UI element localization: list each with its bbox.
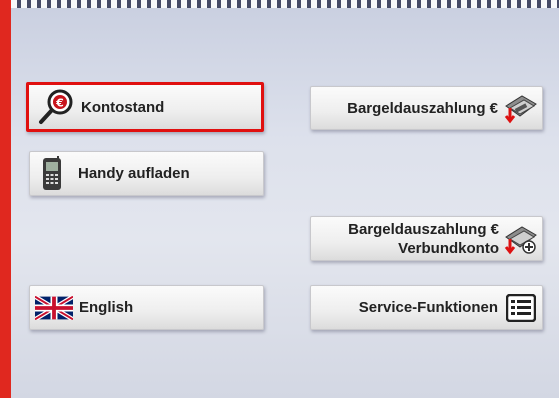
bargeldauszahlung-verbundkonto-text: Bargeldauszahlung € Verbundkonto: [348, 220, 499, 258]
side-bar: [0, 0, 11, 398]
bargeldauszahlung-verbundkonto-line1: Bargeldauszahlung €: [348, 220, 499, 238]
mobile-phone-icon: [40, 155, 64, 192]
bargeldauszahlung-verbundkonto-line2: Verbundkonto: [398, 239, 499, 257]
cash-withdrawal-icon: [502, 92, 538, 124]
top-strip: [11, 0, 559, 8]
cash-withdrawal-linked-icon: [502, 223, 538, 255]
bargeldauszahlung-verbundkonto-button[interactable]: Bargeldauszahlung € Verbundkonto: [310, 216, 543, 261]
service-funktionen-button[interactable]: Service-Funktionen: [310, 285, 543, 330]
handy-aufladen-label: Handy aufladen: [78, 165, 190, 182]
kontostand-button[interactable]: € Kontostand: [26, 82, 264, 132]
english-label: English: [79, 299, 134, 316]
uk-flag-icon: [35, 295, 73, 320]
kontostand-label: Kontostand: [81, 98, 165, 116]
magnifier-euro-icon: €: [35, 88, 75, 126]
bargeldauszahlung-button[interactable]: Bargeldauszahlung €: [310, 86, 543, 130]
handy-aufladen-button[interactable]: Handy aufladen: [29, 151, 264, 196]
svg-text:€: €: [55, 97, 64, 110]
bargeldauszahlung-label: Bargeldauszahlung €: [347, 99, 498, 117]
english-button[interactable]: English: [29, 285, 264, 330]
list-icon: [506, 293, 536, 322]
service-funktionen-label: Service-Funktionen: [358, 299, 498, 316]
